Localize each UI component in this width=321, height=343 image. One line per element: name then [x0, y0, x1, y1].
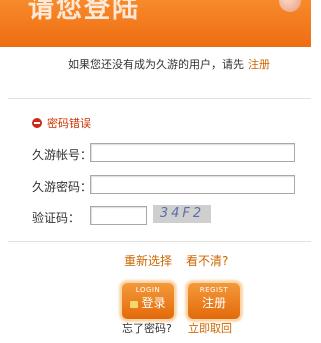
captcha-label: 验证码： [32, 211, 81, 225]
reselect-link[interactable]: 重新选择 [124, 252, 172, 269]
cant-see-link[interactable]: 看不清? [186, 252, 228, 269]
register-button[interactable]: REGIST 注册 [188, 283, 240, 319]
login-button[interactable]: LOGIN 登录 [122, 283, 174, 319]
error-text: 密码错误 [47, 117, 91, 130]
account-input[interactable] [90, 143, 295, 162]
captcha-image[interactable]: 34F2 [153, 205, 211, 223]
forgot-password-text: 忘了密码? [122, 322, 172, 335]
decorative-orb-icon [279, 0, 301, 12]
password-input[interactable] [90, 175, 295, 194]
password-label: 久游密码： [32, 180, 93, 194]
register-notice: 如果您还没有成为久游的用户，请先 注册 [68, 56, 270, 72]
register-button-label: 注册 [201, 296, 226, 310]
captcha-input[interactable] [90, 206, 147, 225]
login-button-label: 登录 [141, 296, 166, 310]
register-link[interactable]: 注册 [248, 58, 270, 71]
banner-title: 请您登陆 [28, 0, 141, 24]
retrieve-password-link[interactable]: 立即取回 [188, 320, 232, 336]
error-message: 密码错误 [32, 115, 91, 131]
error-icon [32, 118, 42, 128]
register-button-subtext: REGIST [199, 286, 229, 294]
login-button-subtext: LOGIN [135, 286, 161, 294]
header-banner: 请您登陆 [0, 0, 311, 47]
register-notice-text: 如果您还没有成为久游的用户，请先 [68, 58, 244, 71]
account-label: 久游帐号： [32, 148, 93, 162]
lock-icon [130, 301, 139, 308]
